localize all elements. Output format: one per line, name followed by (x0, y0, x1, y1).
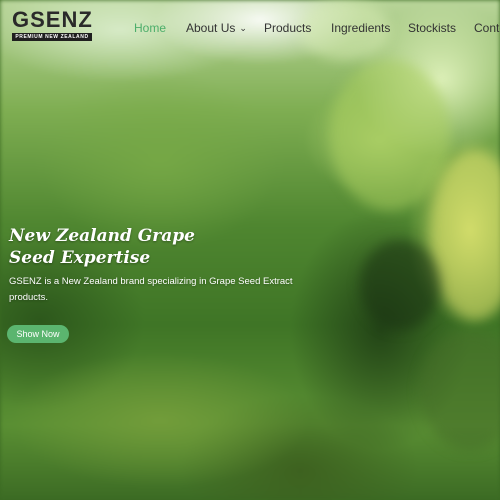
hero-title-line1: New Zealand Grape (9, 226, 195, 246)
show-now-button[interactable]: Show Now (7, 325, 69, 343)
nav-item-home[interactable]: Home (134, 19, 166, 37)
logo-tagline: PREMIUM NEW ZEALAND (12, 33, 92, 41)
nav-item-label: About Us (186, 21, 236, 35)
site-header: GSENZ PREMIUM NEW ZEALAND Home About Us ⌄… (0, 0, 500, 54)
nav-item-ingredients[interactable]: Ingredients (331, 19, 390, 37)
brand-logo[interactable]: GSENZ PREMIUM NEW ZEALAND (12, 9, 92, 41)
hero-title-line2: Seed Expertise (9, 248, 151, 268)
page: GSENZ PREMIUM NEW ZEALAND Home About Us ⌄… (0, 0, 500, 500)
nav-item-products[interactable]: Products (264, 19, 311, 37)
background-leaf (360, 240, 440, 330)
logo-wordmark: GSENZ (12, 7, 93, 32)
nav-item-about-us[interactable]: About Us ⌄ (186, 19, 247, 37)
nav-item-stockists[interactable]: Stockists (408, 19, 456, 37)
nav-item-contact[interactable]: Conte (474, 19, 500, 37)
chevron-down-icon: ⌄ (239, 23, 247, 33)
background-leaf (330, 60, 450, 210)
hero-title: New Zealand Grape Seed Expertise (9, 225, 239, 269)
hero-description: GSENZ is a New Zealand brand specializin… (9, 276, 293, 303)
